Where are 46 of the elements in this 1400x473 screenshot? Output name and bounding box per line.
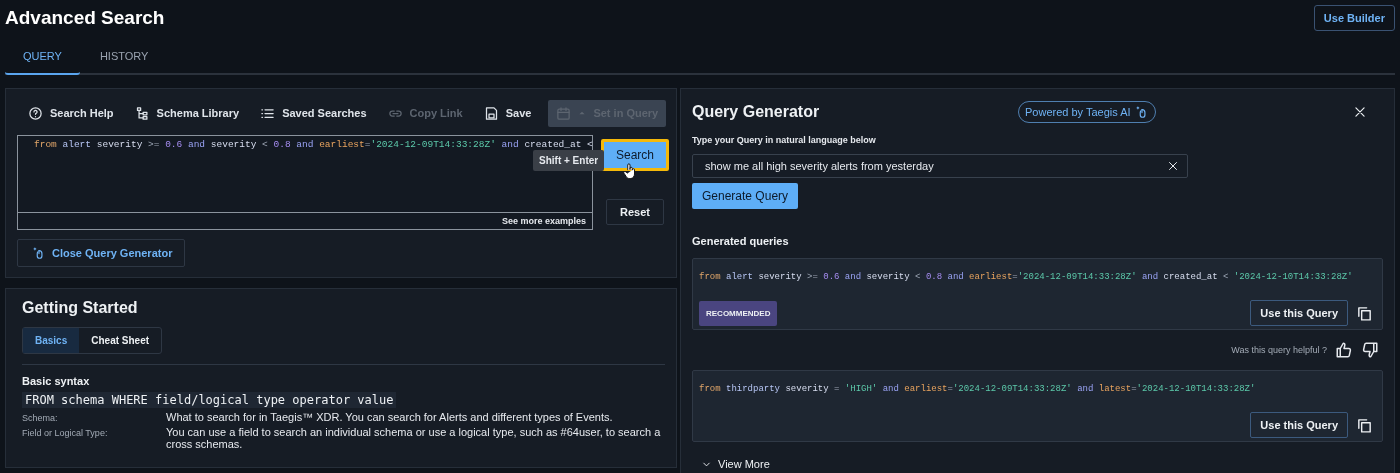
recommended-badge: RECOMMENDED [699,300,778,326]
toolbar-button[interactable]: Schema Library [130,99,244,127]
reset-button[interactable]: Reset [606,199,664,225]
definition-text: What to search for in Taegis™ XDR. You can search for Alerts and different types of Events. [166,411,614,423]
close-icon[interactable] [1353,105,1367,119]
use-query-button[interactable]: Use this Query [1250,412,1348,438]
toolbar-button[interactable]: Search Help [24,99,118,127]
copy-icon[interactable] [1356,416,1373,434]
definition-term: Field or Logical Type: [22,427,109,440]
prompt-input-field[interactable]: show me all high severity alerts from yesterday [692,154,1188,178]
tab[interactable]: HISTORY [81,39,167,75]
feedback-prompt: Was this query helpful ? [1231,345,1327,355]
toolbar-button[interactable]: Saved Searches [256,99,371,127]
help-icon [28,105,43,121]
shortcut-tooltip: Shift + Enter [533,150,605,171]
query-code-line: from alert severity >= 0.6 and severity < 0.8 and earliest='2024-12-09T14:33:28Z' and created_at < [33,138,593,152]
clear-icon [1167,160,1179,172]
page-title: Advanced Search [5,7,165,29]
use-builder-button[interactable]: Use Builder [1313,5,1395,31]
segmented-tab[interactable]: Basics [23,328,80,353]
hierarchy-icon [134,105,150,121]
thumbs-down-icon [1361,341,1379,359]
subsection-title: Basic syntax [22,375,91,387]
close-query-generator-button[interactable]: Close Query Generator [17,239,186,267]
view-more-button[interactable]: View More [701,458,770,470]
thumbs-up-icon [1335,341,1353,359]
calendar-icon [556,105,572,121]
save-icon [483,105,499,121]
prompt-label: Type your Query in natural language below [692,135,877,145]
definition-term: Schema: [22,412,59,423]
use-query-button[interactable]: Use this Query [1250,300,1348,326]
copy-icon[interactable] [1356,304,1373,322]
definition-text: You can use a field to search an individual schema or use a logical type, such as #64user, to search across schemas. [166,426,662,450]
generate-query-button[interactable]: Generate Query [692,183,799,209]
subsection-title: Generated queries [692,235,790,247]
section-title: Getting Started [22,299,139,317]
syntax-code: FROM schema WHERE field/logical type operator value [22,392,397,408]
tab[interactable]: QUERY [5,39,80,75]
panel-title: Query Generator [692,103,821,121]
search-button[interactable]: Search [601,139,670,171]
segmented-tab[interactable]: Cheat Sheet [79,328,162,353]
caret-up-icon [578,109,587,117]
query-code-line: from thirdparty severity = 'HIGH' and earliest='2024-12-09T14:33:28Z' and latest='2024-12-10T14:33:28Z' [699,384,1256,396]
toolbar-button[interactable]: Save [479,99,536,127]
query-code-line: from alert severity >= 0.6 and severity < 0.8 and earliest='2024-12-09T14:33:28Z' and created_at < '2024-12-10T14:33:28Z' [699,272,1353,284]
see-more-examples-link[interactable]: See more examples [501,216,586,226]
